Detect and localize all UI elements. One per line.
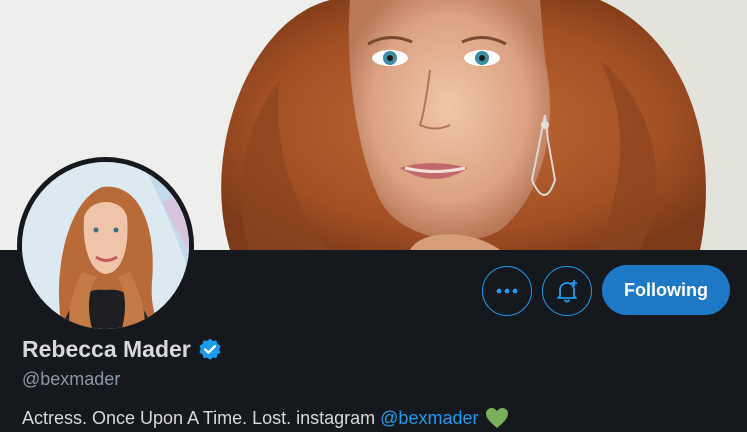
avatar-photo (22, 162, 189, 329)
display-name: Rebecca Mader (22, 336, 191, 362)
bio-text: Actress. Once Upon A Time. Lost. instagr… (22, 407, 376, 428)
avatar[interactable] (22, 162, 189, 329)
name-row: Rebecca Mader (22, 336, 223, 363)
notifications-button[interactable] (542, 266, 592, 316)
verified-badge-icon (197, 337, 223, 363)
following-button[interactable]: Following (602, 265, 730, 315)
avatar-frame[interactable] (17, 157, 194, 334)
bio: Actress. Once Upon A Time. Lost. instagr… (22, 407, 509, 429)
more-horizontal-icon (496, 288, 518, 294)
more-button[interactable] (482, 266, 532, 316)
bio-mention-link[interactable]: @bexmader (380, 408, 478, 429)
handle: @bexmader (22, 369, 121, 389)
green-heart-icon (485, 407, 509, 429)
bell-plus-icon (557, 280, 577, 303)
